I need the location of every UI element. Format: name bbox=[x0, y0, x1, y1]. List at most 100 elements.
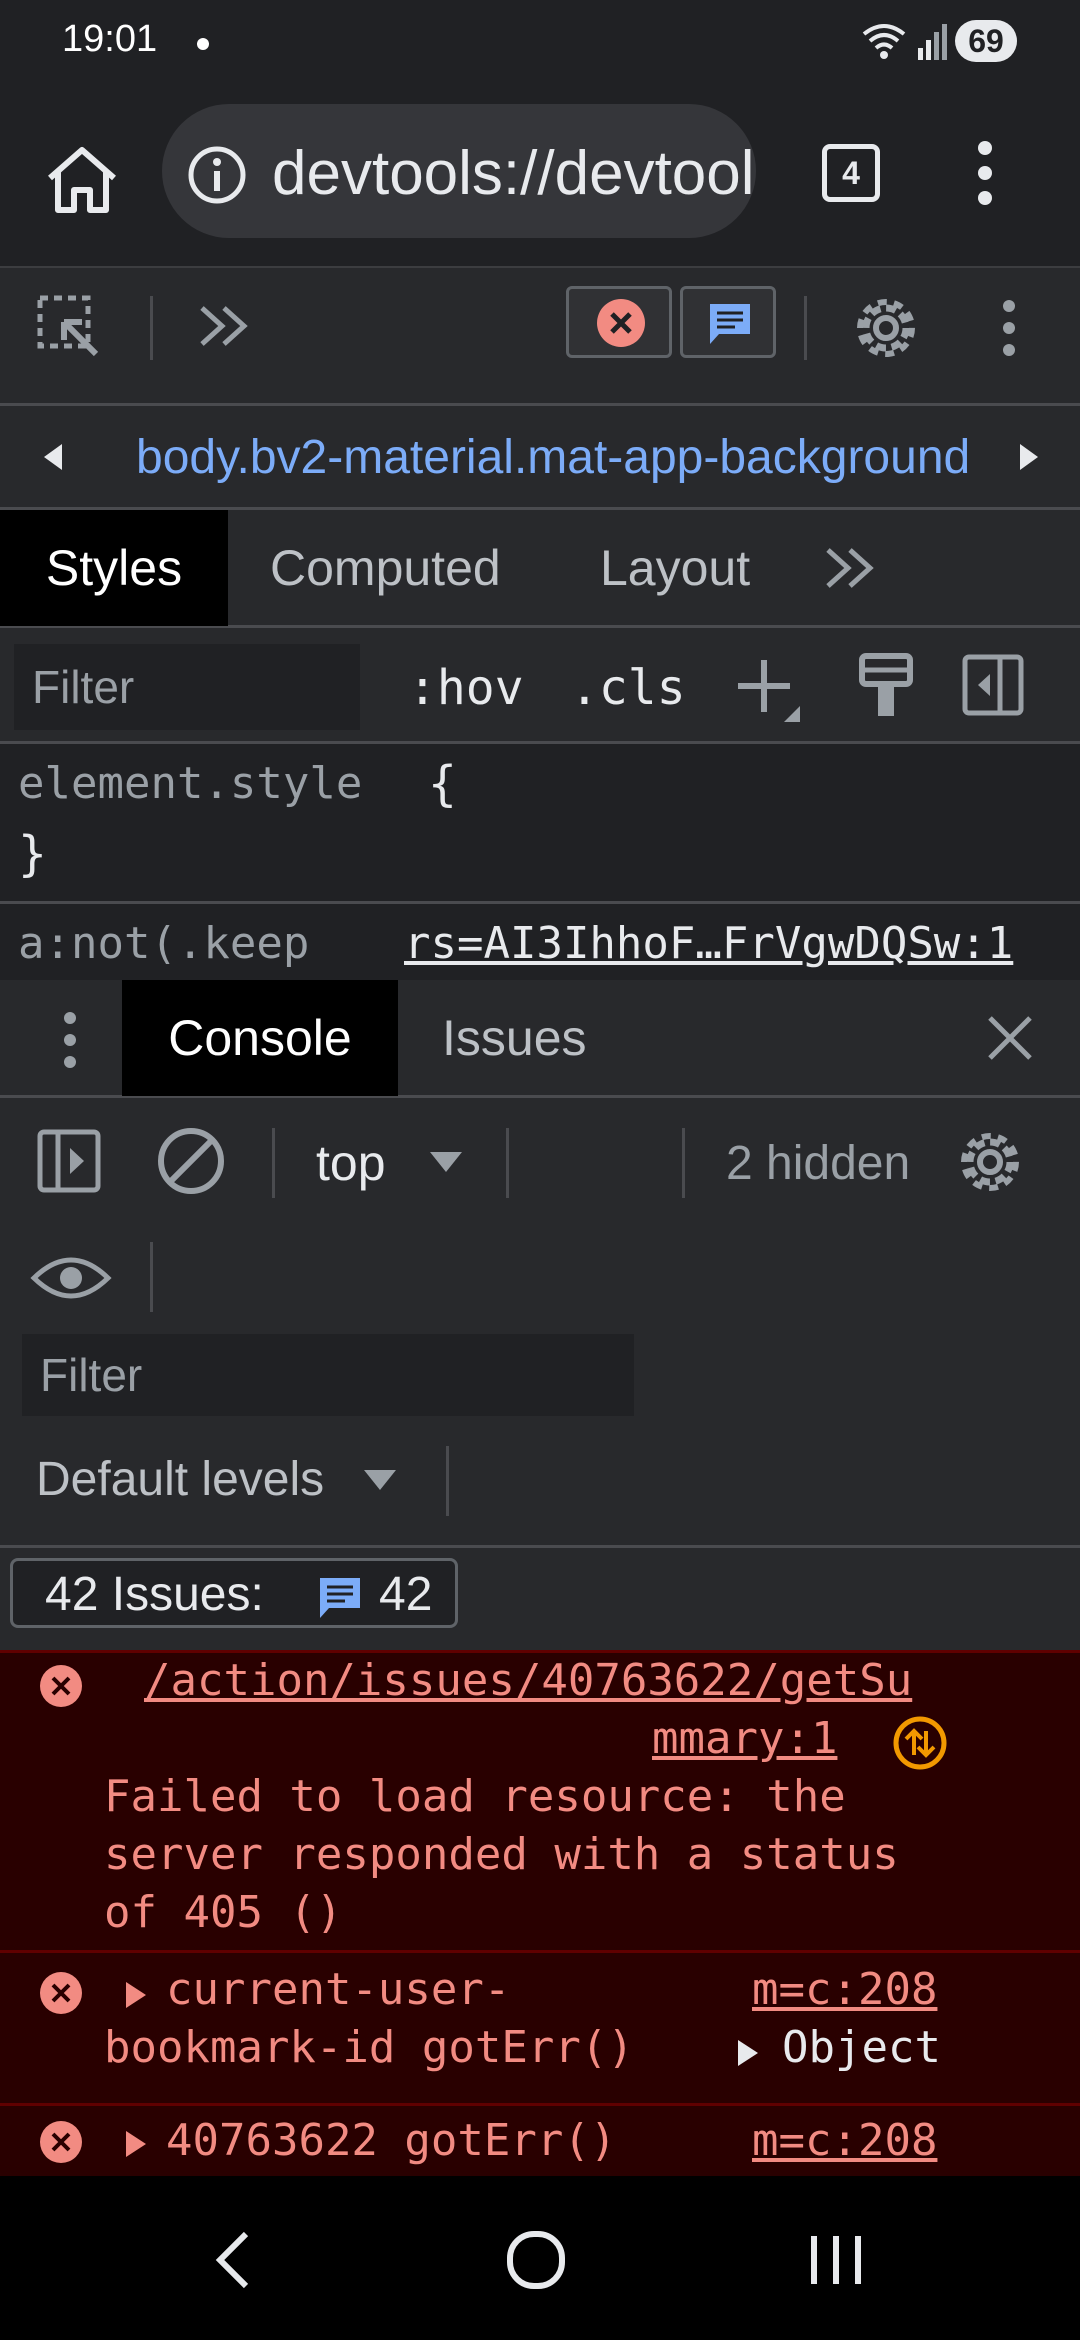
styles-filter-bar: :hov .cls bbox=[0, 628, 1080, 744]
tab-issues[interactable]: Issues bbox=[442, 980, 587, 1096]
error-icon bbox=[595, 297, 647, 349]
console-error-message: /action/issues/40763622/getSu mmary:1 Fa… bbox=[0, 1653, 1080, 1953]
drawer-tabs: Console Issues bbox=[0, 980, 1080, 1098]
home-nav-icon[interactable] bbox=[506, 2230, 566, 2290]
status-bar: 19:01 69 bbox=[0, 0, 1080, 90]
toolbar-divider bbox=[446, 1446, 449, 1516]
toggle-sidebar-icon[interactable] bbox=[962, 654, 1024, 716]
error-icon bbox=[38, 2119, 84, 2165]
url-text: devtools://devtools/bundled/devtools_app… bbox=[272, 139, 756, 208]
console-filter-input[interactable] bbox=[22, 1334, 634, 1416]
live-expression-row bbox=[0, 1222, 1080, 1334]
issues-row: 42 Issues: 42 bbox=[0, 1548, 1080, 1650]
recent-apps-icon[interactable] bbox=[808, 2230, 864, 2290]
dropdown-arrow-icon[interactable] bbox=[362, 1468, 398, 1492]
issues-counter-button[interactable] bbox=[680, 286, 776, 358]
devtools-main-toolbar bbox=[0, 266, 1080, 386]
issues-label: 42 Issues: bbox=[45, 1568, 264, 1621]
toolbar-divider bbox=[506, 1128, 509, 1198]
error-source-link[interactable]: m=c:208 bbox=[752, 1964, 937, 2015]
rule-selector: element.style bbox=[18, 758, 363, 809]
error-source-link[interactable]: m=c:208 bbox=[752, 2115, 937, 2166]
android-nav-bar bbox=[0, 2176, 1080, 2340]
error-message: of 405 () bbox=[104, 1887, 343, 1938]
expand-triangle-icon[interactable] bbox=[736, 2038, 760, 2068]
devtools-menu-icon[interactable] bbox=[996, 298, 1022, 358]
rule-selector: a:not(.keep bbox=[18, 918, 310, 969]
status-time: 19:01 bbox=[62, 18, 158, 60]
dropdown-arrow-icon[interactable] bbox=[428, 1150, 464, 1174]
eye-icon[interactable] bbox=[30, 1252, 112, 1304]
info-icon[interactable] bbox=[186, 144, 248, 206]
more-tabs-icon[interactable] bbox=[822, 544, 878, 592]
error-icon bbox=[38, 1970, 84, 2016]
styles-pane-tabs: Styles Computed Layout bbox=[0, 510, 1080, 628]
toolbar-divider bbox=[150, 1242, 153, 1312]
notification-dot bbox=[197, 38, 209, 50]
close-drawer-icon[interactable] bbox=[986, 1014, 1034, 1062]
home-icon[interactable] bbox=[42, 142, 122, 218]
css-rule-header: a:not(.keep rs=AI3IhhoF…FrVgwDQSw:1 bbox=[0, 904, 1080, 980]
error-source-link[interactable]: /action/issues/40763622/getSu bbox=[144, 1655, 912, 1706]
show-sidebar-icon[interactable] bbox=[36, 1128, 102, 1194]
network-request-icon[interactable] bbox=[892, 1715, 948, 1771]
settings-gear-icon[interactable] bbox=[852, 294, 920, 362]
url-bar[interactable]: devtools://devtools/bundled/devtools_app… bbox=[162, 104, 756, 238]
styles-filter-input[interactable] bbox=[14, 644, 360, 730]
dom-breadcrumb: body.bv2-material.mat-app-background bbox=[0, 406, 1080, 510]
breadcrumb-scroll-left-icon[interactable] bbox=[40, 442, 64, 472]
issues-link-button[interactable]: 42 Issues: 42 bbox=[10, 1558, 458, 1628]
open-brace: { bbox=[428, 756, 457, 812]
hidden-count: 2 hidden bbox=[726, 1137, 911, 1190]
hover-state-toggle[interactable]: :hov bbox=[408, 660, 524, 716]
issues-count: 42 bbox=[379, 1568, 433, 1621]
inspect-element-icon[interactable] bbox=[36, 294, 102, 360]
console-settings-icon[interactable] bbox=[956, 1128, 1024, 1196]
element-style-rule: element.style { } bbox=[0, 744, 1080, 904]
message-icon bbox=[317, 1575, 363, 1621]
object-preview[interactable]: Object bbox=[782, 2022, 941, 2073]
close-brace: } bbox=[18, 826, 47, 882]
clear-console-icon[interactable] bbox=[156, 1126, 226, 1196]
console-toolbar: top 2 hidden bbox=[0, 1098, 1080, 1222]
drawer-menu-icon[interactable] bbox=[58, 1010, 82, 1070]
toolbar-divider bbox=[682, 1128, 685, 1198]
errors-counter-button[interactable] bbox=[566, 286, 672, 358]
console-error-message: current-user- m=c:208 bookmark-id gotErr… bbox=[0, 1956, 1080, 2106]
error-icon bbox=[38, 1663, 84, 1709]
log-levels-row: Default levels bbox=[0, 1424, 1080, 1548]
wifi-icon bbox=[862, 24, 906, 50]
expand-triangle-icon[interactable] bbox=[124, 1980, 148, 2010]
error-source-link[interactable]: mmary:1 bbox=[652, 1713, 837, 1764]
overflow-menu-icon[interactable] bbox=[970, 138, 1000, 208]
tab-styles[interactable]: Styles bbox=[0, 510, 228, 626]
context-selector[interactable]: top bbox=[316, 1134, 386, 1192]
error-message: server responded with a status bbox=[104, 1829, 899, 1880]
breadcrumb-scroll-right-icon[interactable] bbox=[1018, 442, 1042, 472]
browser-toolbar: devtools://devtools/bundled/devtools_app… bbox=[0, 90, 1080, 266]
paint-brush-icon[interactable] bbox=[858, 652, 914, 720]
breadcrumb-item[interactable]: body.bv2-material.mat-app-background bbox=[136, 430, 978, 485]
elements-tree-partial-row bbox=[0, 386, 1080, 406]
tab-switcher-button[interactable]: 4 bbox=[822, 144, 880, 202]
more-tabs-icon[interactable] bbox=[196, 302, 252, 350]
rule-source-link[interactable]: rs=AI3IhhoF…FrVgwDQSw:1 bbox=[404, 918, 1013, 969]
error-message: Failed to load resource: the bbox=[104, 1771, 846, 1822]
battery-indicator: 69 bbox=[955, 20, 1017, 62]
error-message: bookmark-id gotErr() bbox=[104, 2022, 634, 2073]
tab-layout[interactable]: Layout bbox=[600, 510, 750, 626]
add-rule-icon[interactable] bbox=[734, 654, 806, 726]
log-levels-dropdown[interactable]: Default levels bbox=[36, 1452, 324, 1507]
error-message: current-user- bbox=[166, 1964, 511, 2015]
tab-computed[interactable]: Computed bbox=[270, 510, 501, 626]
message-icon bbox=[707, 301, 753, 347]
console-filter-row bbox=[0, 1334, 1080, 1424]
signal-icons bbox=[860, 20, 950, 64]
tab-console[interactable]: Console bbox=[122, 980, 398, 1096]
console-messages: /action/issues/40763622/getSu mmary:1 Fa… bbox=[0, 1650, 1080, 2176]
expand-triangle-icon[interactable] bbox=[124, 2129, 148, 2159]
back-icon[interactable] bbox=[212, 2230, 252, 2290]
toolbar-divider bbox=[272, 1128, 275, 1198]
class-toggle[interactable]: .cls bbox=[570, 660, 686, 716]
toolbar-divider bbox=[804, 296, 807, 360]
